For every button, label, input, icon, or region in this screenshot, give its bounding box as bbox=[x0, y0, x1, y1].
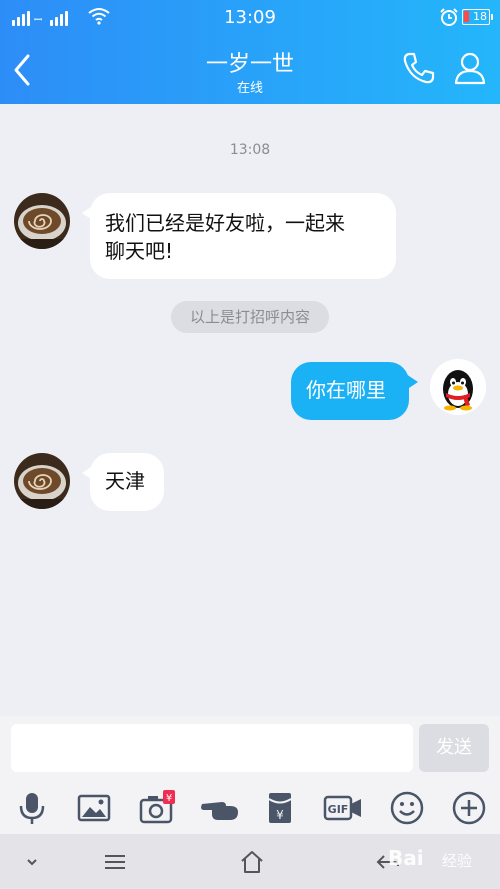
emoji-icon[interactable] bbox=[389, 790, 425, 826]
message-text: 你在哪里 bbox=[306, 378, 386, 402]
plus-icon[interactable] bbox=[451, 790, 487, 826]
status-bar: ꟷ 13:09 18 bbox=[0, 0, 500, 36]
home-icon[interactable] bbox=[239, 848, 265, 876]
battery-icon: 18 bbox=[462, 9, 493, 25]
phone-icon[interactable] bbox=[401, 50, 437, 86]
input-bar: 发送 bbox=[0, 716, 500, 782]
red-packet-icon[interactable]: ¥ bbox=[262, 790, 298, 826]
svg-text:¥: ¥ bbox=[276, 808, 284, 822]
gif-label: GIF bbox=[328, 803, 349, 816]
message-text: 天津 bbox=[105, 469, 145, 493]
message-time: 13:08 bbox=[229, 142, 271, 158]
contact-avatar[interactable] bbox=[14, 453, 70, 509]
system-notice: 以上是打招呼内容 bbox=[171, 301, 329, 333]
alarm-icon bbox=[440, 8, 458, 26]
image-icon[interactable] bbox=[76, 790, 112, 826]
title-bar: 一岁一世 在线 bbox=[0, 36, 500, 104]
camera-icon[interactable]: ¥ bbox=[139, 790, 175, 826]
message-input[interactable] bbox=[11, 724, 413, 772]
system-nav-bar: Bai 经验 bbox=[0, 834, 500, 889]
message-bubble-sent[interactable]: 你在哪里 bbox=[291, 362, 418, 420]
message-bubble-received[interactable]: 天津 bbox=[82, 453, 164, 511]
poke-icon[interactable] bbox=[200, 790, 240, 826]
watermark-brand: Bai bbox=[388, 846, 424, 870]
chevron-down-icon[interactable] bbox=[22, 848, 42, 876]
my-avatar[interactable] bbox=[430, 359, 486, 415]
chat-header: ꟷ 13:09 18 一岁一世 在线 bbox=[0, 0, 500, 104]
send-button[interactable]: 发送 bbox=[419, 724, 489, 772]
chat-toolbar: ¥ ¥ GIF bbox=[0, 782, 500, 834]
message-bubble-received[interactable]: 我们已经是好友啦，一起来 聊天吧! bbox=[82, 193, 396, 279]
mic-icon[interactable] bbox=[14, 790, 50, 826]
message-text: 我们已经是好友啦，一起来 聊天吧! bbox=[105, 211, 345, 263]
status-time: 13:09 bbox=[224, 7, 276, 28]
battery-level: 18 bbox=[473, 10, 487, 23]
contact-avatar[interactable] bbox=[14, 193, 70, 249]
profile-icon[interactable] bbox=[452, 50, 488, 86]
menu-icon[interactable] bbox=[103, 848, 127, 876]
money-label: ¥ bbox=[166, 793, 172, 804]
gif-icon[interactable]: GIF bbox=[323, 790, 363, 826]
watermark-text: 经验 bbox=[442, 852, 473, 870]
